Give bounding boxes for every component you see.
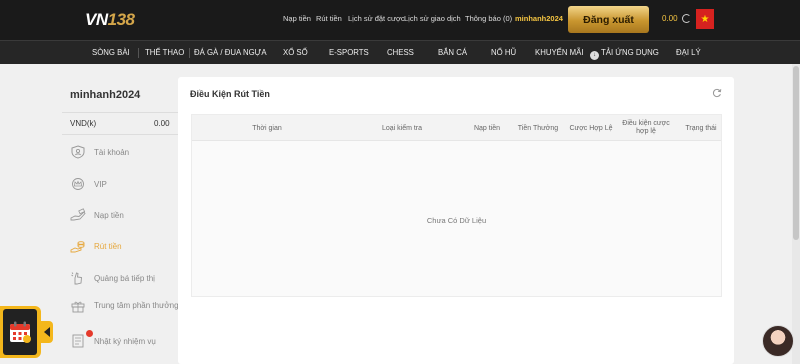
- nav-item-download-app[interactable]: ↓ TẢI ỨNG DỤNG: [590, 48, 659, 60]
- sidebar-item-label: Rút tiền: [94, 241, 122, 251]
- nav-item-download-app-label: TẢI ỨNG DỤNG: [601, 48, 659, 57]
- scrollbar-thumb[interactable]: [793, 66, 799, 240]
- top-header: VN 138 Nạp tiền Rút tiền Lịch sử đặt cượ…: [0, 0, 800, 40]
- refresh-balance-icon[interactable]: [681, 14, 691, 23]
- notification-dot: [86, 330, 93, 337]
- site-logo[interactable]: VN 138: [85, 10, 135, 30]
- main-navigation: SÒNG BÀI THỂ THAO ĐÁ GÀ / ĐUA NGỰA XỔ SỐ…: [0, 40, 800, 64]
- sidebar-item-deposit[interactable]: Nạp tiền: [70, 208, 180, 222]
- header-link-withdraw[interactable]: Rút tiền: [316, 14, 342, 23]
- sidebar-username: minhanh2024: [70, 89, 141, 101]
- nav-item-fishing[interactable]: BẮN CÁ: [438, 48, 467, 57]
- refresh-icon[interactable]: [712, 88, 722, 98]
- nav-item-slots[interactable]: NỔ HŨ: [491, 48, 516, 57]
- page-title: Điều Kiện Rút Tiền: [190, 89, 270, 99]
- column-header-deposit: Nạp tiền: [473, 125, 501, 132]
- withdraw-conditions-panel: Điều Kiện Rút Tiền Thời gian Loại kiểm t…: [178, 77, 734, 364]
- column-header-valid-bet: Cược Hợp Lệ: [569, 125, 613, 132]
- column-header-status: Trạng thái: [685, 125, 717, 132]
- nav-item-esports[interactable]: E-SPORTS: [329, 48, 369, 57]
- download-icon: ↓: [590, 51, 599, 60]
- floating-calendar-widget[interactable]: [0, 306, 41, 358]
- divider: [62, 112, 178, 113]
- header-link-notifications[interactable]: Thông báo (0): [465, 14, 512, 23]
- nav-item-promotions[interactable]: KHUYẾN MÃI: [535, 48, 584, 57]
- sidebar-item-label: Tài khoản: [94, 147, 130, 157]
- referral-hand-icon: [71, 272, 82, 285]
- crown-icon: [72, 178, 84, 190]
- calendar-icon: [10, 321, 31, 343]
- nav-item-lottery[interactable]: XỔ SỐ: [283, 48, 308, 57]
- sidebar-item-label: VIP: [94, 179, 107, 189]
- task-log-icon: [72, 334, 84, 348]
- sidebar-item-vip[interactable]: VIP: [70, 177, 180, 191]
- nav-divider: [189, 48, 190, 58]
- nav-item-cockfight-racing[interactable]: ĐÁ GÀ / ĐUA NGỰA: [194, 48, 267, 57]
- header-link-transaction-history[interactable]: Lịch sử giao dịch: [404, 14, 461, 23]
- sidebar-item-rewards[interactable]: Trung tâm phần thưởng: [70, 299, 180, 313]
- logo-text-number: 138: [107, 10, 135, 29]
- sidebar-balance-amount: 0.00: [154, 119, 170, 128]
- logout-button[interactable]: Đăng xuất: [568, 6, 649, 33]
- table-header: Thời gian Loại kiểm tra Nạp tiền Tiền Th…: [192, 115, 721, 141]
- withdraw-coins-icon: [70, 241, 85, 253]
- collapse-widget-button[interactable]: [41, 321, 53, 343]
- sidebar-item-referral[interactable]: Quảng bá tiếp thị: [70, 271, 180, 285]
- header-link-deposit[interactable]: Nạp tiền: [283, 14, 311, 23]
- sidebar-item-withdraw[interactable]: Rút tiền: [70, 239, 180, 253]
- sidebar-item-label: Nhật ký nhiệm vụ: [94, 336, 156, 346]
- calendar-icon-wrapper: [3, 309, 37, 355]
- vietnam-flag-icon[interactable]: ★: [696, 9, 714, 29]
- header-balance: 0.00: [662, 14, 691, 23]
- gift-icon: [71, 301, 85, 313]
- conditions-table: Thời gian Loại kiểm tra Nạp tiền Tiền Th…: [191, 114, 722, 297]
- sidebar-item-label: Trung tâm phần thưởng: [94, 301, 179, 310]
- nav-item-sports[interactable]: THỂ THAO: [145, 48, 184, 57]
- empty-state-text: Chưa Có Dữ Liệu: [426, 216, 487, 225]
- nav-item-agent[interactable]: ĐẠI LÝ: [676, 48, 701, 57]
- shield-user-icon: [71, 145, 85, 159]
- nav-item-casino[interactable]: SÒNG BÀI: [92, 48, 130, 57]
- deposit-hand-icon: [70, 208, 86, 221]
- header-link-bet-history[interactable]: Lịch sử đặt cược: [348, 14, 405, 23]
- account-sidebar: minhanh2024 VND(k) 0.00 Tài khoản VIP Nạ…: [62, 77, 180, 364]
- divider: [62, 134, 178, 135]
- sidebar-item-account[interactable]: Tài khoản: [70, 145, 180, 159]
- logo-text-main: VN: [85, 10, 108, 29]
- column-header-check-type: Loại kiểm tra: [381, 125, 423, 132]
- column-header-valid-bet-condition: Điều kiện cược hợp lệ: [622, 120, 670, 135]
- sidebar-item-label: Nạp tiền: [94, 210, 124, 220]
- currency-label: VND(k): [70, 119, 97, 128]
- header-username[interactable]: minhanh2024: [515, 14, 563, 23]
- support-avatar[interactable]: [762, 325, 794, 357]
- header-balance-value: 0.00: [662, 14, 678, 23]
- nav-divider: [138, 48, 139, 58]
- column-header-bonus: Tiền Thưởng: [517, 125, 559, 132]
- column-header-time: Thời gian: [252, 125, 282, 132]
- nav-item-chess[interactable]: CHESS: [387, 48, 414, 57]
- sidebar-item-label: Quảng bá tiếp thị: [94, 273, 155, 283]
